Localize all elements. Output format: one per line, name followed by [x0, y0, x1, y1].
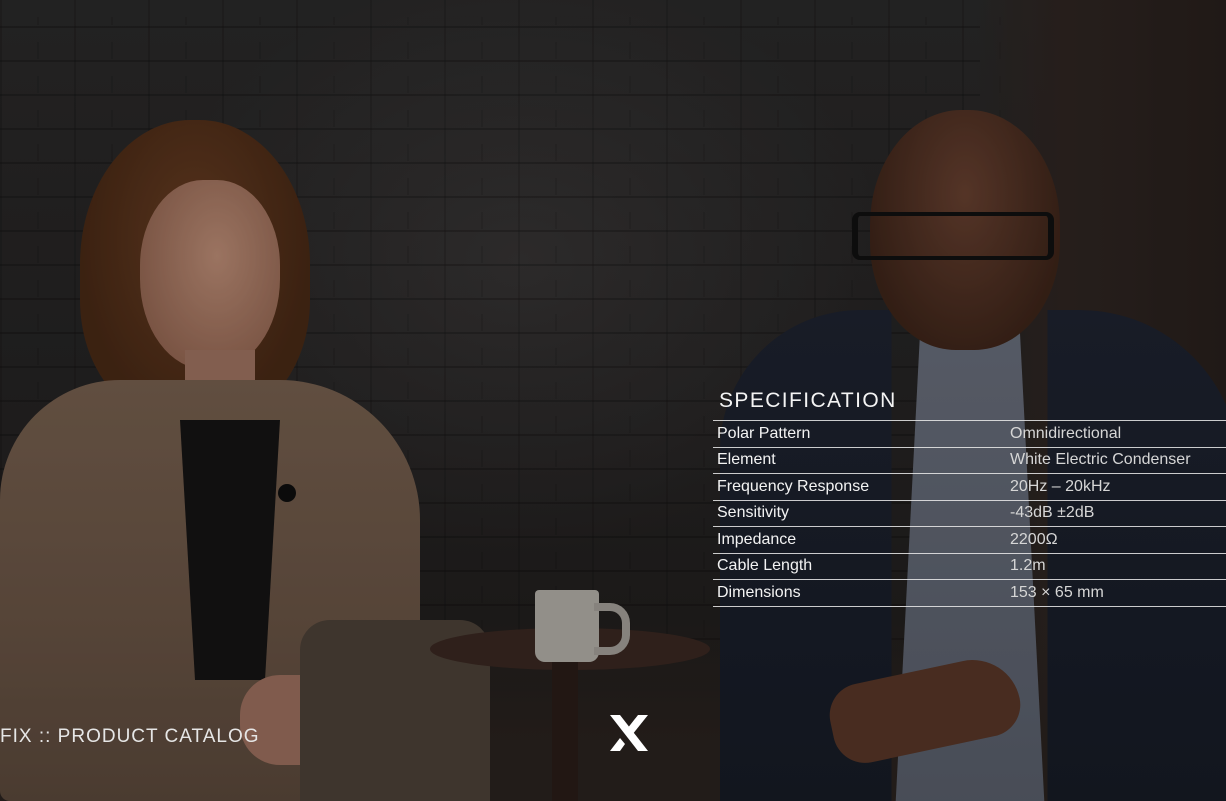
spec-row-impedance: Impedance 2200Ω: [713, 527, 1226, 554]
spec-value: Omnidirectional: [1010, 424, 1122, 442]
spec-value: 1.2m: [1010, 557, 1046, 575]
spec-label: Sensitivity: [717, 504, 790, 522]
specification-table: Polar Pattern Omnidirectional Element Wh…: [713, 420, 1226, 607]
x-logo-icon: [610, 715, 648, 751]
spec-row-cable-length: Cable Length 1.2m: [713, 554, 1226, 580]
spec-row-element: Element White Electric Condenser: [713, 448, 1226, 474]
specification-panel: SPECIFICATION Polar Pattern Omnidirectio…: [713, 386, 1226, 607]
spec-value: White Electric Condenser: [1010, 451, 1191, 469]
spec-row-dimensions: Dimensions 153 × 65 mm: [713, 580, 1226, 607]
catalog-label: FIX :: PRODUCT CATALOG: [0, 726, 260, 747]
spec-row-frequency-response: Frequency Response 20Hz – 20kHz: [713, 474, 1226, 501]
spec-label: Impedance: [717, 530, 797, 548]
spec-label: Polar Pattern: [717, 424, 811, 442]
spec-value: 153 × 65 mm: [1010, 583, 1104, 601]
spec-row-polar-pattern: Polar Pattern Omnidirectional: [713, 421, 1226, 448]
spec-value: 20Hz – 20kHz: [1010, 477, 1111, 495]
specification-title: SPECIFICATION: [719, 389, 897, 412]
spec-label: Dimensions: [717, 583, 801, 601]
spec-row-sensitivity: Sensitivity -43dB ±2dB: [713, 501, 1226, 527]
spec-label: Frequency Response: [717, 477, 870, 495]
spec-label: Cable Length: [717, 557, 813, 575]
spec-value: 2200Ω: [1010, 530, 1058, 548]
spec-value: -43dB ±2dB: [1010, 504, 1095, 522]
spec-label: Element: [717, 451, 776, 469]
